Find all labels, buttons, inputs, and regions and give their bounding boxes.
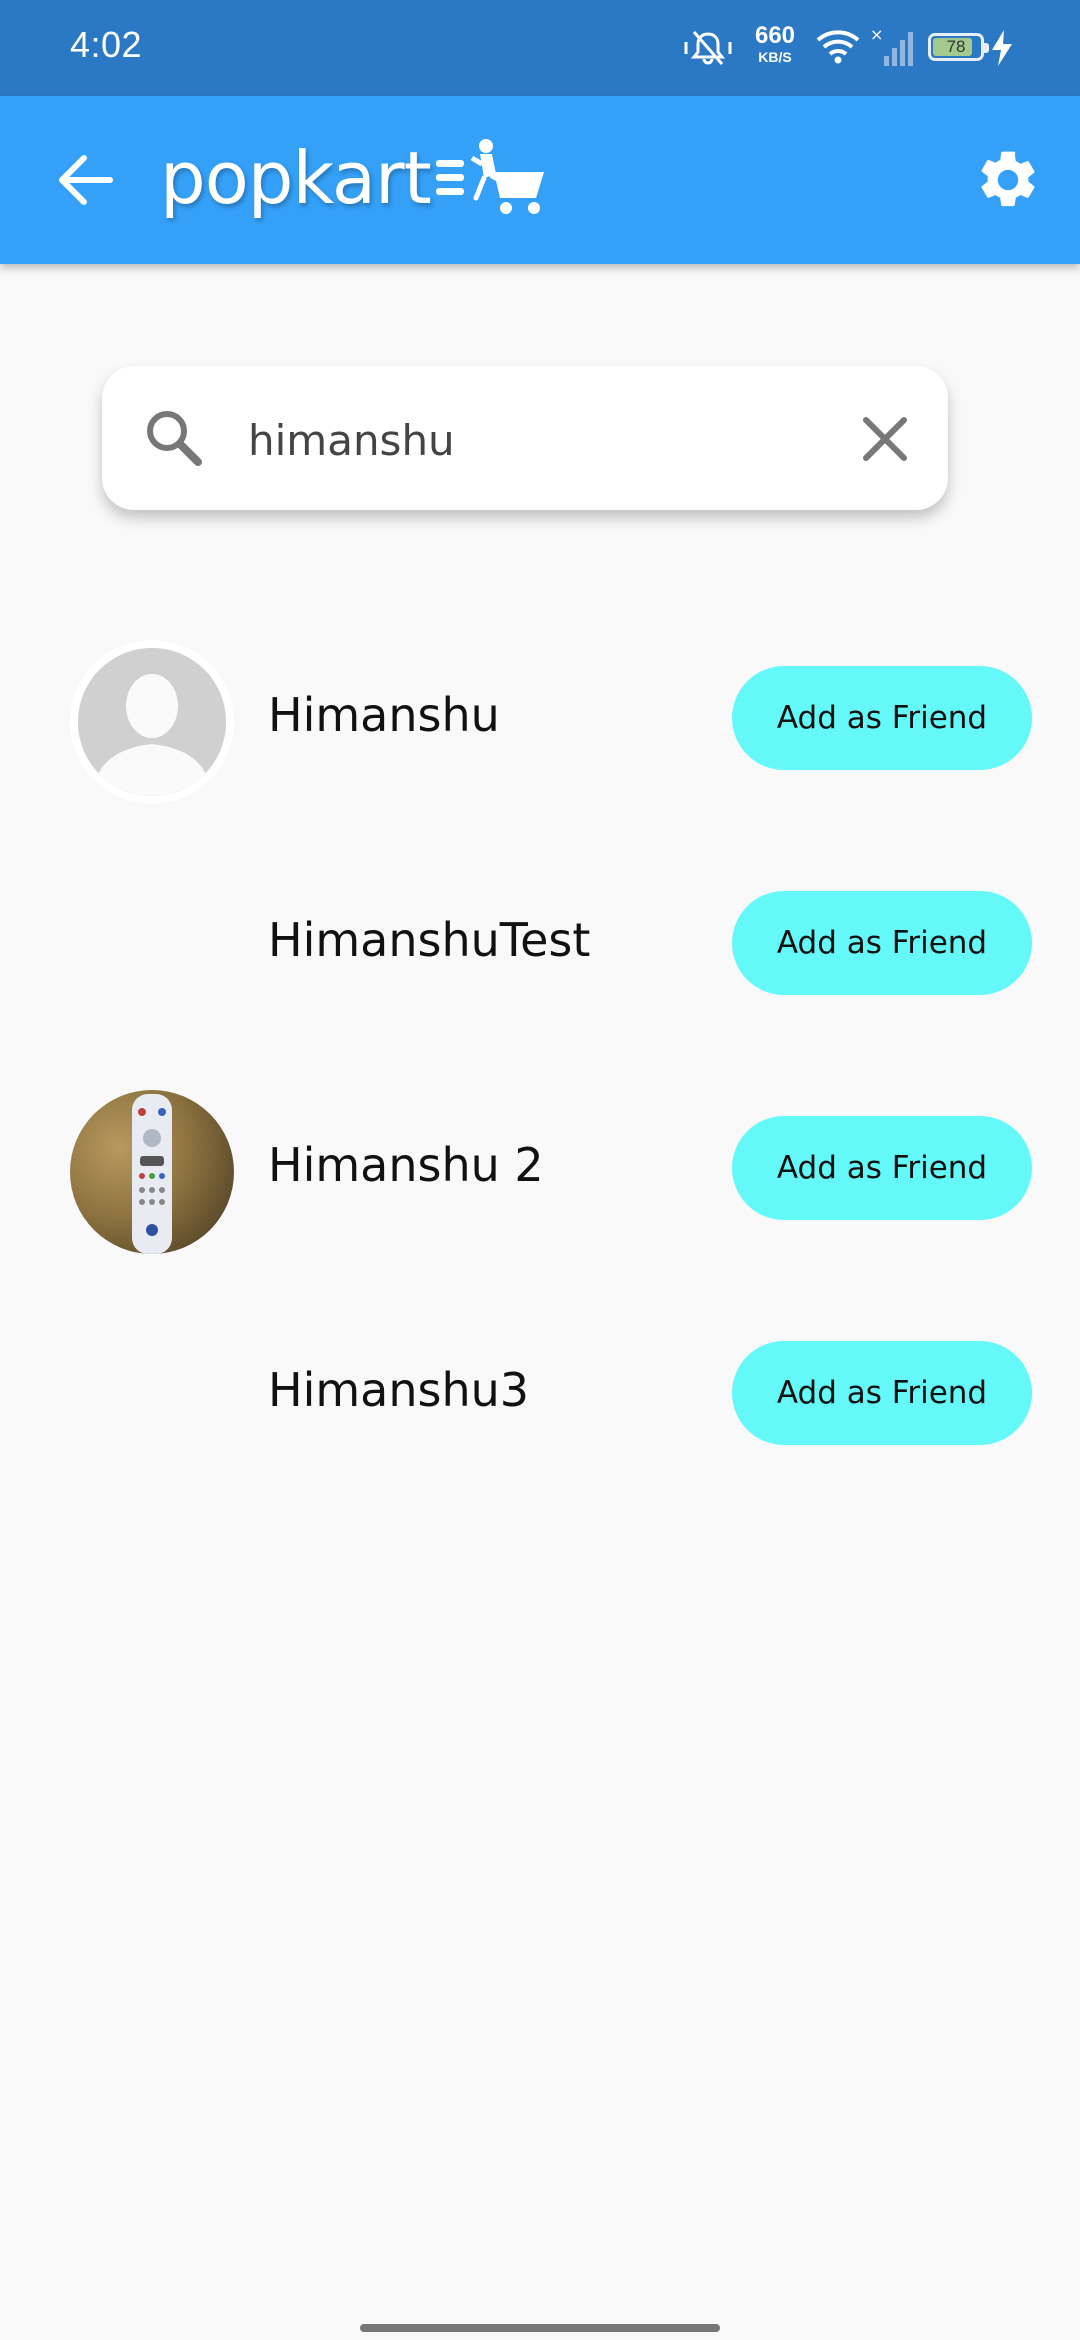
- battery-icon: 78: [928, 33, 989, 61]
- list-item: Himanshu Add as Friend: [0, 626, 1080, 804]
- status-time: 4:02: [70, 24, 143, 65]
- user-name: Himanshu3: [268, 1363, 530, 1417]
- mute-bell-icon: [684, 28, 732, 72]
- app-bar: popkart: [0, 96, 1080, 264]
- search-bar: [102, 366, 948, 510]
- default-avatar-icon: [78, 648, 226, 796]
- charging-icon: [990, 30, 1014, 70]
- add-friend-button[interactable]: Add as Friend: [732, 666, 1032, 770]
- network-speed-value: 660: [754, 22, 796, 49]
- close-icon[interactable]: [850, 404, 920, 474]
- user-name: HimanshuTest: [268, 913, 591, 967]
- signal-icon: ×: [870, 25, 914, 72]
- search-input[interactable]: [246, 404, 810, 476]
- network-speed-unit: KB/S: [758, 49, 792, 65]
- avatar: [70, 640, 234, 804]
- svg-text:×: ×: [870, 26, 883, 44]
- wifi-icon: [816, 28, 860, 70]
- cart-logo-icon: [436, 138, 546, 222]
- home-indicator[interactable]: [360, 2324, 720, 2332]
- back-arrow-icon[interactable]: [54, 148, 118, 212]
- user-name: Himanshu: [268, 688, 500, 742]
- add-friend-button[interactable]: Add as Friend: [732, 1341, 1032, 1445]
- battery-level: 78: [946, 37, 966, 56]
- user-name: Himanshu 2: [268, 1138, 544, 1192]
- remote-photo: [132, 1094, 172, 1254]
- status-bar: 4:02 660 KB/S × 78: [0, 0, 1080, 96]
- list-item: Himanshu 2 Add as Friend: [0, 1076, 1080, 1254]
- search-icon: [142, 406, 206, 474]
- settings-gear-icon[interactable]: [974, 146, 1042, 214]
- avatar: [70, 1090, 234, 1254]
- brand-name: popkart: [160, 136, 432, 220]
- list-item: HimanshuTest Add as Friend: [0, 851, 1080, 1011]
- list-item: Himanshu3 Add as Friend: [0, 1301, 1080, 1461]
- add-friend-button[interactable]: Add as Friend: [732, 1116, 1032, 1220]
- network-speed: 660 KB/S: [750, 22, 800, 65]
- add-friend-button[interactable]: Add as Friend: [732, 891, 1032, 995]
